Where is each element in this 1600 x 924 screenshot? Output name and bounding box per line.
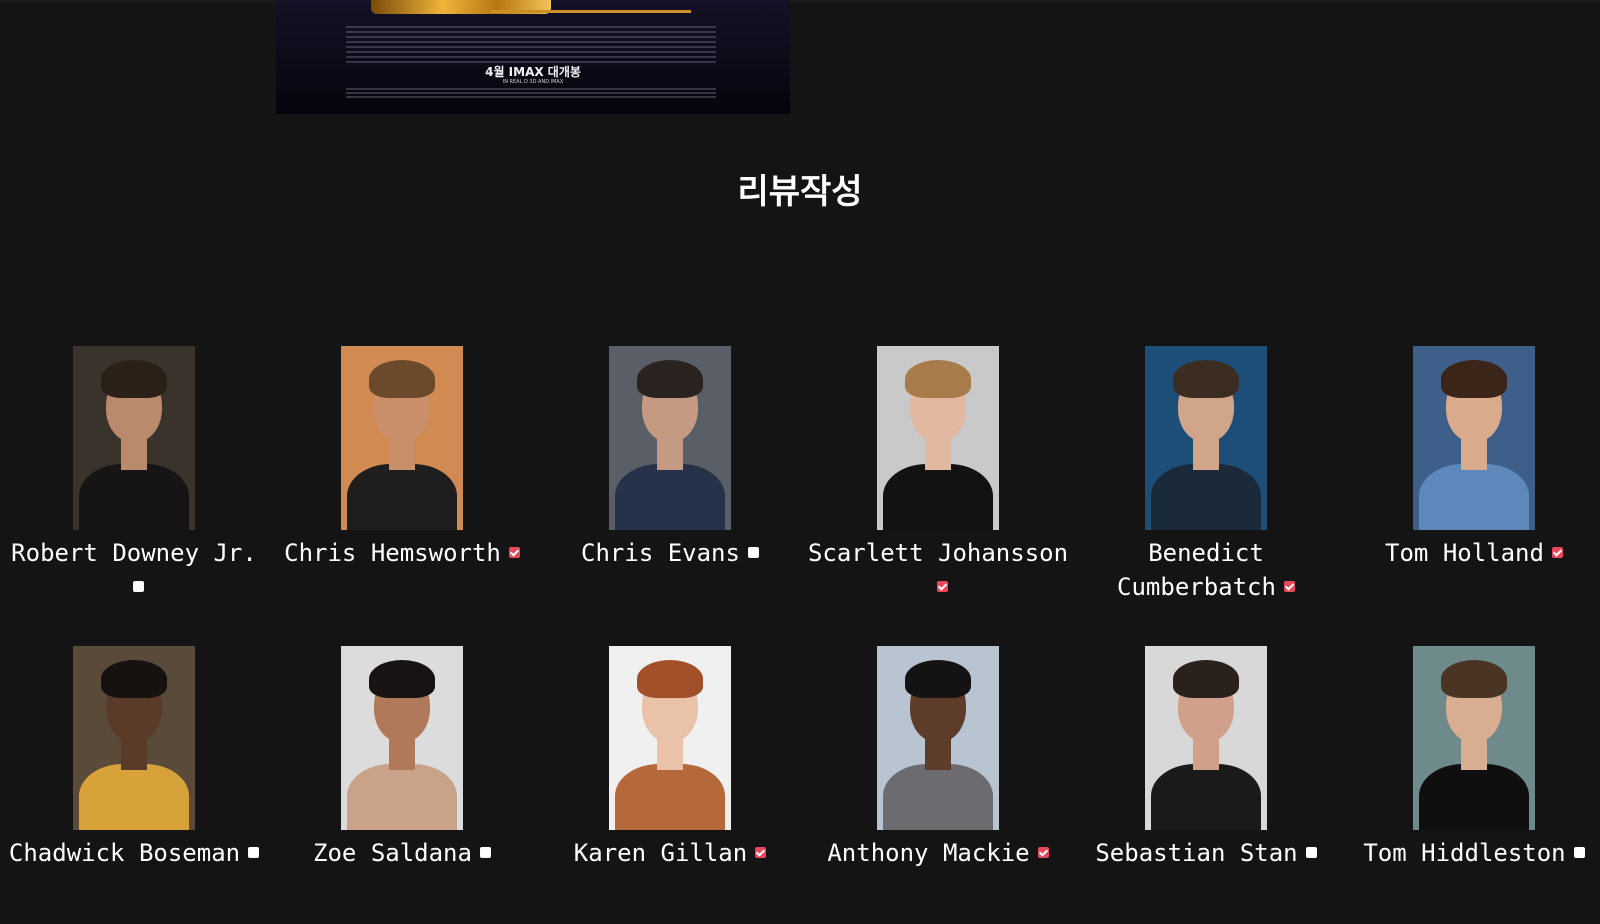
actor-name-label: Karen Gillan bbox=[573, 839, 748, 867]
actor-name-label: Sebastian Stan bbox=[1095, 839, 1298, 867]
select-checkbox[interactable] bbox=[132, 580, 144, 592]
poster-title-underline bbox=[491, 10, 691, 13]
actor-photo[interactable] bbox=[341, 346, 463, 530]
actor-name-label: Benedict Cumberbatch bbox=[1117, 539, 1276, 601]
poster-release-subtext: IN REAL D 3D AND IMAX bbox=[502, 79, 564, 85]
actor-photo-body bbox=[79, 464, 189, 530]
actor-name: Chris Hemsworth bbox=[271, 536, 533, 570]
select-checkbox[interactable] bbox=[1573, 846, 1585, 858]
actor-name-label: Chris Hemsworth bbox=[284, 539, 501, 567]
actor-photo[interactable] bbox=[1145, 346, 1267, 530]
section-title: 리뷰작성 bbox=[737, 172, 863, 212]
actor-photo[interactable] bbox=[73, 346, 195, 530]
actor-photo-hair bbox=[101, 660, 167, 698]
actor-photo-hair bbox=[1441, 660, 1507, 698]
select-checkbox[interactable] bbox=[1305, 846, 1317, 858]
actor-name: Karen Gillan bbox=[539, 836, 801, 870]
actor-name-label: Robert Downey Jr. bbox=[11, 539, 257, 567]
actor-name: Anthony Mackie bbox=[807, 836, 1069, 870]
cast-card[interactable]: Zoe Saldana bbox=[268, 646, 536, 924]
cast-card[interactable]: Benedict Cumberbatch bbox=[1072, 346, 1340, 624]
actor-name: Zoe Saldana bbox=[271, 836, 533, 870]
select-checkbox[interactable] bbox=[479, 846, 491, 858]
actor-photo[interactable] bbox=[609, 646, 731, 830]
actor-name: Benedict Cumberbatch bbox=[1075, 536, 1337, 604]
actor-name-label: Tom Hiddleston bbox=[1363, 839, 1566, 867]
actor-photo-body bbox=[1151, 764, 1261, 830]
cast-card[interactable]: Sebastian Stan bbox=[1072, 646, 1340, 924]
actor-photo[interactable] bbox=[1413, 646, 1535, 830]
actor-photo-body bbox=[883, 464, 993, 530]
actor-photo-hair bbox=[637, 660, 703, 698]
actor-name-label: Chadwick Boseman bbox=[8, 839, 241, 867]
actor-photo-hair bbox=[637, 360, 703, 398]
cast-card[interactable]: Karen Gillan bbox=[536, 646, 804, 924]
poster-footer-credits bbox=[346, 88, 716, 98]
actor-name: Tom Hiddleston bbox=[1343, 836, 1600, 870]
actor-photo-body bbox=[1419, 464, 1529, 530]
actor-name-label: Chris Evans bbox=[581, 539, 740, 567]
actor-photo[interactable] bbox=[877, 646, 999, 830]
select-checkbox[interactable] bbox=[747, 546, 759, 558]
actor-name: Robert Downey Jr. bbox=[3, 536, 265, 604]
top-divider bbox=[0, 0, 1600, 2]
select-checkbox[interactable] bbox=[508, 546, 520, 558]
actor-photo-body bbox=[883, 764, 993, 830]
cast-card[interactable]: Scarlett Johansson bbox=[804, 346, 1072, 624]
select-checkbox[interactable] bbox=[1551, 546, 1563, 558]
actor-photo-body bbox=[1419, 764, 1529, 830]
actor-photo-body bbox=[79, 764, 189, 830]
select-checkbox[interactable] bbox=[248, 846, 260, 858]
select-checkbox[interactable] bbox=[1037, 846, 1049, 858]
actor-name: Scarlett Johansson bbox=[807, 536, 1069, 604]
actor-photo[interactable] bbox=[1413, 346, 1535, 530]
actor-name-label: Scarlett Johansson bbox=[807, 539, 1069, 567]
cast-card[interactable]: Chris Hemsworth bbox=[268, 346, 536, 624]
actor-photo-body bbox=[615, 764, 725, 830]
actor-photo-body bbox=[615, 464, 725, 530]
actor-photo-body bbox=[347, 464, 457, 530]
actor-name-label: Zoe Saldana bbox=[313, 839, 472, 867]
actor-name: Chris Evans bbox=[539, 536, 801, 570]
select-checkbox[interactable] bbox=[936, 580, 948, 592]
actor-photo[interactable] bbox=[341, 646, 463, 830]
movie-poster: 4월 IMAX 대개봉 IN REAL D 3D AND IMAX bbox=[276, 0, 790, 114]
actor-name-label: Tom Holland bbox=[1385, 539, 1544, 567]
actor-photo-hair bbox=[369, 360, 435, 398]
actor-photo[interactable] bbox=[609, 346, 731, 530]
cast-grid: Robert Downey Jr. Chris Hemsworth Chris Ev… bbox=[0, 346, 1600, 924]
actor-photo-hair bbox=[905, 660, 971, 698]
actor-photo[interactable] bbox=[877, 346, 999, 530]
actor-name: Sebastian Stan bbox=[1075, 836, 1337, 870]
cast-card[interactable]: Tom Holland bbox=[1340, 346, 1600, 624]
actor-photo-hair bbox=[1173, 660, 1239, 698]
actor-photo-hair bbox=[905, 360, 971, 398]
poster-credits-block bbox=[346, 26, 716, 66]
actor-photo[interactable] bbox=[1145, 646, 1267, 830]
poster-release-text: 4월 IMAX 대개봉 bbox=[485, 65, 581, 79]
actor-name: Tom Holland bbox=[1343, 536, 1600, 570]
actor-photo-body bbox=[347, 764, 457, 830]
actor-photo-hair bbox=[101, 360, 167, 398]
cast-card[interactable]: Anthony Mackie bbox=[804, 646, 1072, 924]
cast-card[interactable]: Chadwick Boseman bbox=[0, 646, 268, 924]
actor-photo-hair bbox=[1173, 360, 1239, 398]
cast-card[interactable]: Robert Downey Jr. bbox=[0, 346, 268, 624]
actor-photo-hair bbox=[369, 660, 435, 698]
select-checkbox[interactable] bbox=[755, 846, 767, 858]
actor-photo-hair bbox=[1441, 360, 1507, 398]
actor-photo-body bbox=[1151, 464, 1261, 530]
cast-card[interactable]: Tom Hiddleston bbox=[1340, 646, 1600, 924]
select-checkbox[interactable] bbox=[1283, 580, 1295, 592]
cast-card[interactable]: Chris Evans bbox=[536, 346, 804, 624]
actor-photo[interactable] bbox=[73, 646, 195, 830]
actor-name-label: Anthony Mackie bbox=[827, 839, 1030, 867]
actor-name: Chadwick Boseman bbox=[3, 836, 265, 870]
